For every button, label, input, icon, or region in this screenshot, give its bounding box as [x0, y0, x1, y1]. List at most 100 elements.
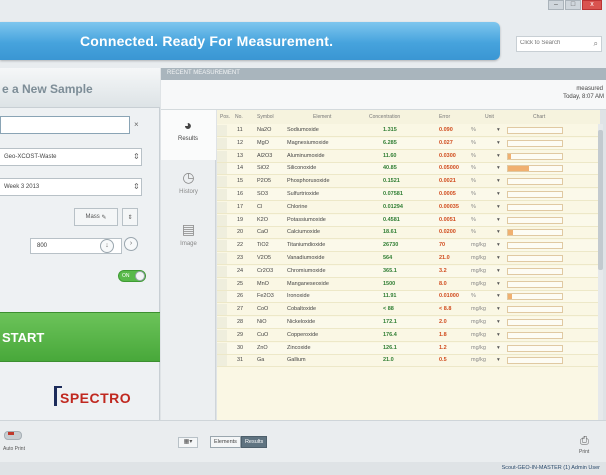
- unit-dropdown-icon[interactable]: ▾: [497, 255, 500, 261]
- table-row[interactable]: 23 V2O5 Vanadiumoxide 564 21.0 mg/kg ▾: [217, 253, 600, 265]
- table-row[interactable]: 12 MgO Magnesiumoxide 6.285 0.027% ▾: [217, 137, 600, 150]
- unit-dropdown-icon[interactable]: ▾: [497, 242, 500, 248]
- row-handle[interactable]: [217, 176, 227, 188]
- row-handle[interactable]: [217, 150, 227, 162]
- tab-image[interactable]: ▤ Image: [161, 214, 216, 264]
- unit-dropdown-icon[interactable]: ▾: [497, 345, 500, 351]
- unit-dropdown-icon[interactable]: ▾: [497, 140, 500, 146]
- scrollbar-thumb[interactable]: [598, 130, 603, 270]
- row-handle[interactable]: [217, 240, 227, 252]
- table-row[interactable]: 13 Al2O3 Aluminumoxide 11.60 0.0300% ▾: [217, 150, 600, 163]
- concentration-bar: [507, 255, 563, 262]
- table-row[interactable]: 26 Fe2O3 Ironoxide 11.91 0.01000% ▾: [217, 291, 600, 304]
- table-row[interactable]: 16 SO3 Sulfurtrioxide 0.07581 0.0005% ▾: [217, 189, 600, 201]
- col-element[interactable]: Element: [313, 114, 331, 120]
- tab-history[interactable]: ◷ History: [161, 162, 216, 212]
- concentration-bar: [507, 293, 563, 301]
- row-handle[interactable]: [217, 304, 227, 316]
- concentration-bar: [507, 191, 563, 198]
- unit-dropdown-icon[interactable]: ▾: [497, 357, 500, 363]
- row-handle[interactable]: [217, 265, 227, 277]
- unit-dropdown-icon[interactable]: ▾: [497, 217, 500, 223]
- cell-no: 19: [237, 216, 244, 223]
- table-row[interactable]: 19 K2O Potassiumoxide 0.4581 0.0051% ▾: [217, 214, 600, 227]
- table-row[interactable]: 14 SiO2 Siliconoxide 40.85 0.05000% ▾: [217, 163, 600, 176]
- next-icon[interactable]: ›: [124, 237, 138, 251]
- col-concentration[interactable]: Concentration: [369, 114, 400, 120]
- week-select[interactable]: Week 3 2013: [0, 178, 142, 196]
- unit-dropdown-icon[interactable]: ▾: [497, 281, 500, 287]
- unit-dropdown-icon[interactable]: ▾: [497, 332, 500, 338]
- elements-toggle[interactable]: Elements: [210, 436, 241, 448]
- pie-chart-icon: ◕: [183, 117, 193, 133]
- col-unit[interactable]: Unit: [485, 114, 494, 120]
- table-row[interactable]: 11 Na2O Sodiumoxide 1.315 0.090% ▾: [217, 125, 600, 137]
- cell-no: 26: [237, 293, 244, 300]
- week-chevron-icon[interactable]: ⇕: [133, 182, 140, 191]
- table-row[interactable]: 27 CoO Cobaltoxide < 88 < 8.8 mg/kg ▾: [217, 304, 600, 317]
- sample-name-input[interactable]: [0, 116, 130, 134]
- table-row[interactable]: 30 ZnO Zincoxide 126.1 1.2 mg/kg ▾: [217, 342, 600, 355]
- start-button[interactable]: START: [0, 312, 160, 362]
- row-handle[interactable]: [217, 342, 227, 354]
- row-handle[interactable]: [217, 214, 227, 226]
- unit-dropdown-icon[interactable]: ▾: [497, 127, 500, 133]
- stepper-button[interactable]: ⇕: [122, 208, 138, 226]
- results-toggle[interactable]: Results: [240, 436, 268, 448]
- table-row[interactable]: 25 MnO Manganeseoxide 1500 8.0 mg/kg ▾: [217, 278, 600, 291]
- col-no[interactable]: No.: [235, 114, 243, 120]
- table-row[interactable]: 15 P2O5 Phosphorusoxide 0.1521 0.0021% ▾: [217, 176, 600, 189]
- table-row[interactable]: 17 Cl Chlorine 0.01294 0.00035% ▾: [217, 201, 600, 214]
- table-row[interactable]: 29 CuO Copperoxide 176.4 1.8 mg/kg ▾: [217, 329, 600, 342]
- minimize-button[interactable]: –: [548, 0, 564, 10]
- unit-dropdown-icon[interactable]: ▾: [497, 306, 500, 312]
- col-pos[interactable]: Pos.: [220, 114, 230, 120]
- down-arrow-icon[interactable]: ↓: [100, 239, 114, 253]
- row-handle[interactable]: [217, 317, 227, 328]
- unit-dropdown-icon[interactable]: ▾: [497, 165, 500, 171]
- col-error[interactable]: Error: [439, 114, 450, 120]
- row-handle[interactable]: [217, 253, 227, 264]
- tab-results[interactable]: ◕ Results: [161, 110, 216, 160]
- search-box[interactable]: ⌕: [516, 36, 602, 52]
- table-scrollbar[interactable]: [598, 124, 603, 420]
- row-handle[interactable]: [217, 355, 227, 367]
- print-icon[interactable]: ⎙: [580, 435, 589, 448]
- row-handle[interactable]: [217, 291, 227, 303]
- method-select[interactable]: Geo-XCOST-Waste: [0, 148, 142, 166]
- row-handle[interactable]: [217, 278, 227, 290]
- clear-icon[interactable]: ×: [134, 120, 139, 129]
- unit-dropdown-icon[interactable]: ▾: [497, 319, 500, 325]
- unit-dropdown-icon[interactable]: ▾: [497, 153, 500, 159]
- col-chart[interactable]: Chart: [533, 114, 545, 120]
- row-handle[interactable]: [217, 227, 227, 239]
- table-row[interactable]: 22 TiO2 Titaniumdioxide 26730 70 mg/kg ▾: [217, 240, 600, 253]
- table-row[interactable]: 31 Ga Gallium 21.0 0.5 mg/kg ▾: [217, 355, 600, 368]
- unit-dropdown-icon[interactable]: ▾: [497, 178, 500, 184]
- unit-dropdown-icon[interactable]: ▾: [497, 191, 500, 197]
- maximize-button[interactable]: □: [565, 0, 581, 10]
- grid-menu-button[interactable]: ▦▾: [178, 437, 198, 448]
- unit-dropdown-icon[interactable]: ▾: [497, 293, 500, 299]
- table-row[interactable]: 24 Cr2O3 Chromiumoxide 365.1 3.2 mg/kg ▾: [217, 265, 600, 278]
- unit-dropdown-icon[interactable]: ▾: [497, 229, 500, 235]
- table-row[interactable]: 20 CaO Calciumoxide 18.61 0.0200% ▾: [217, 227, 600, 240]
- search-input[interactable]: [520, 40, 586, 46]
- mass-button[interactable]: Mass ✎: [74, 208, 118, 226]
- row-handle[interactable]: [217, 125, 227, 136]
- col-symbol[interactable]: Symbol: [257, 114, 274, 120]
- row-handle[interactable]: [217, 329, 227, 341]
- search-icon[interactable]: ⌕: [594, 39, 598, 49]
- toggle-switch[interactable]: ON: [118, 270, 146, 282]
- cell-concentration: 6.285: [383, 139, 397, 146]
- cell-error: 0.0051: [439, 216, 456, 223]
- row-handle[interactable]: [217, 137, 227, 149]
- row-handle[interactable]: [217, 163, 227, 175]
- unit-dropdown-icon[interactable]: ▾: [497, 268, 500, 274]
- row-handle[interactable]: [217, 201, 227, 213]
- row-handle[interactable]: [217, 189, 227, 200]
- close-button[interactable]: x: [582, 0, 602, 10]
- unit-dropdown-icon[interactable]: ▾: [497, 204, 500, 210]
- method-chevron-icon[interactable]: ⇕: [133, 152, 140, 161]
- table-row[interactable]: 28 NiO Nickeloxide 172.1 2.0 mg/kg ▾: [217, 317, 600, 329]
